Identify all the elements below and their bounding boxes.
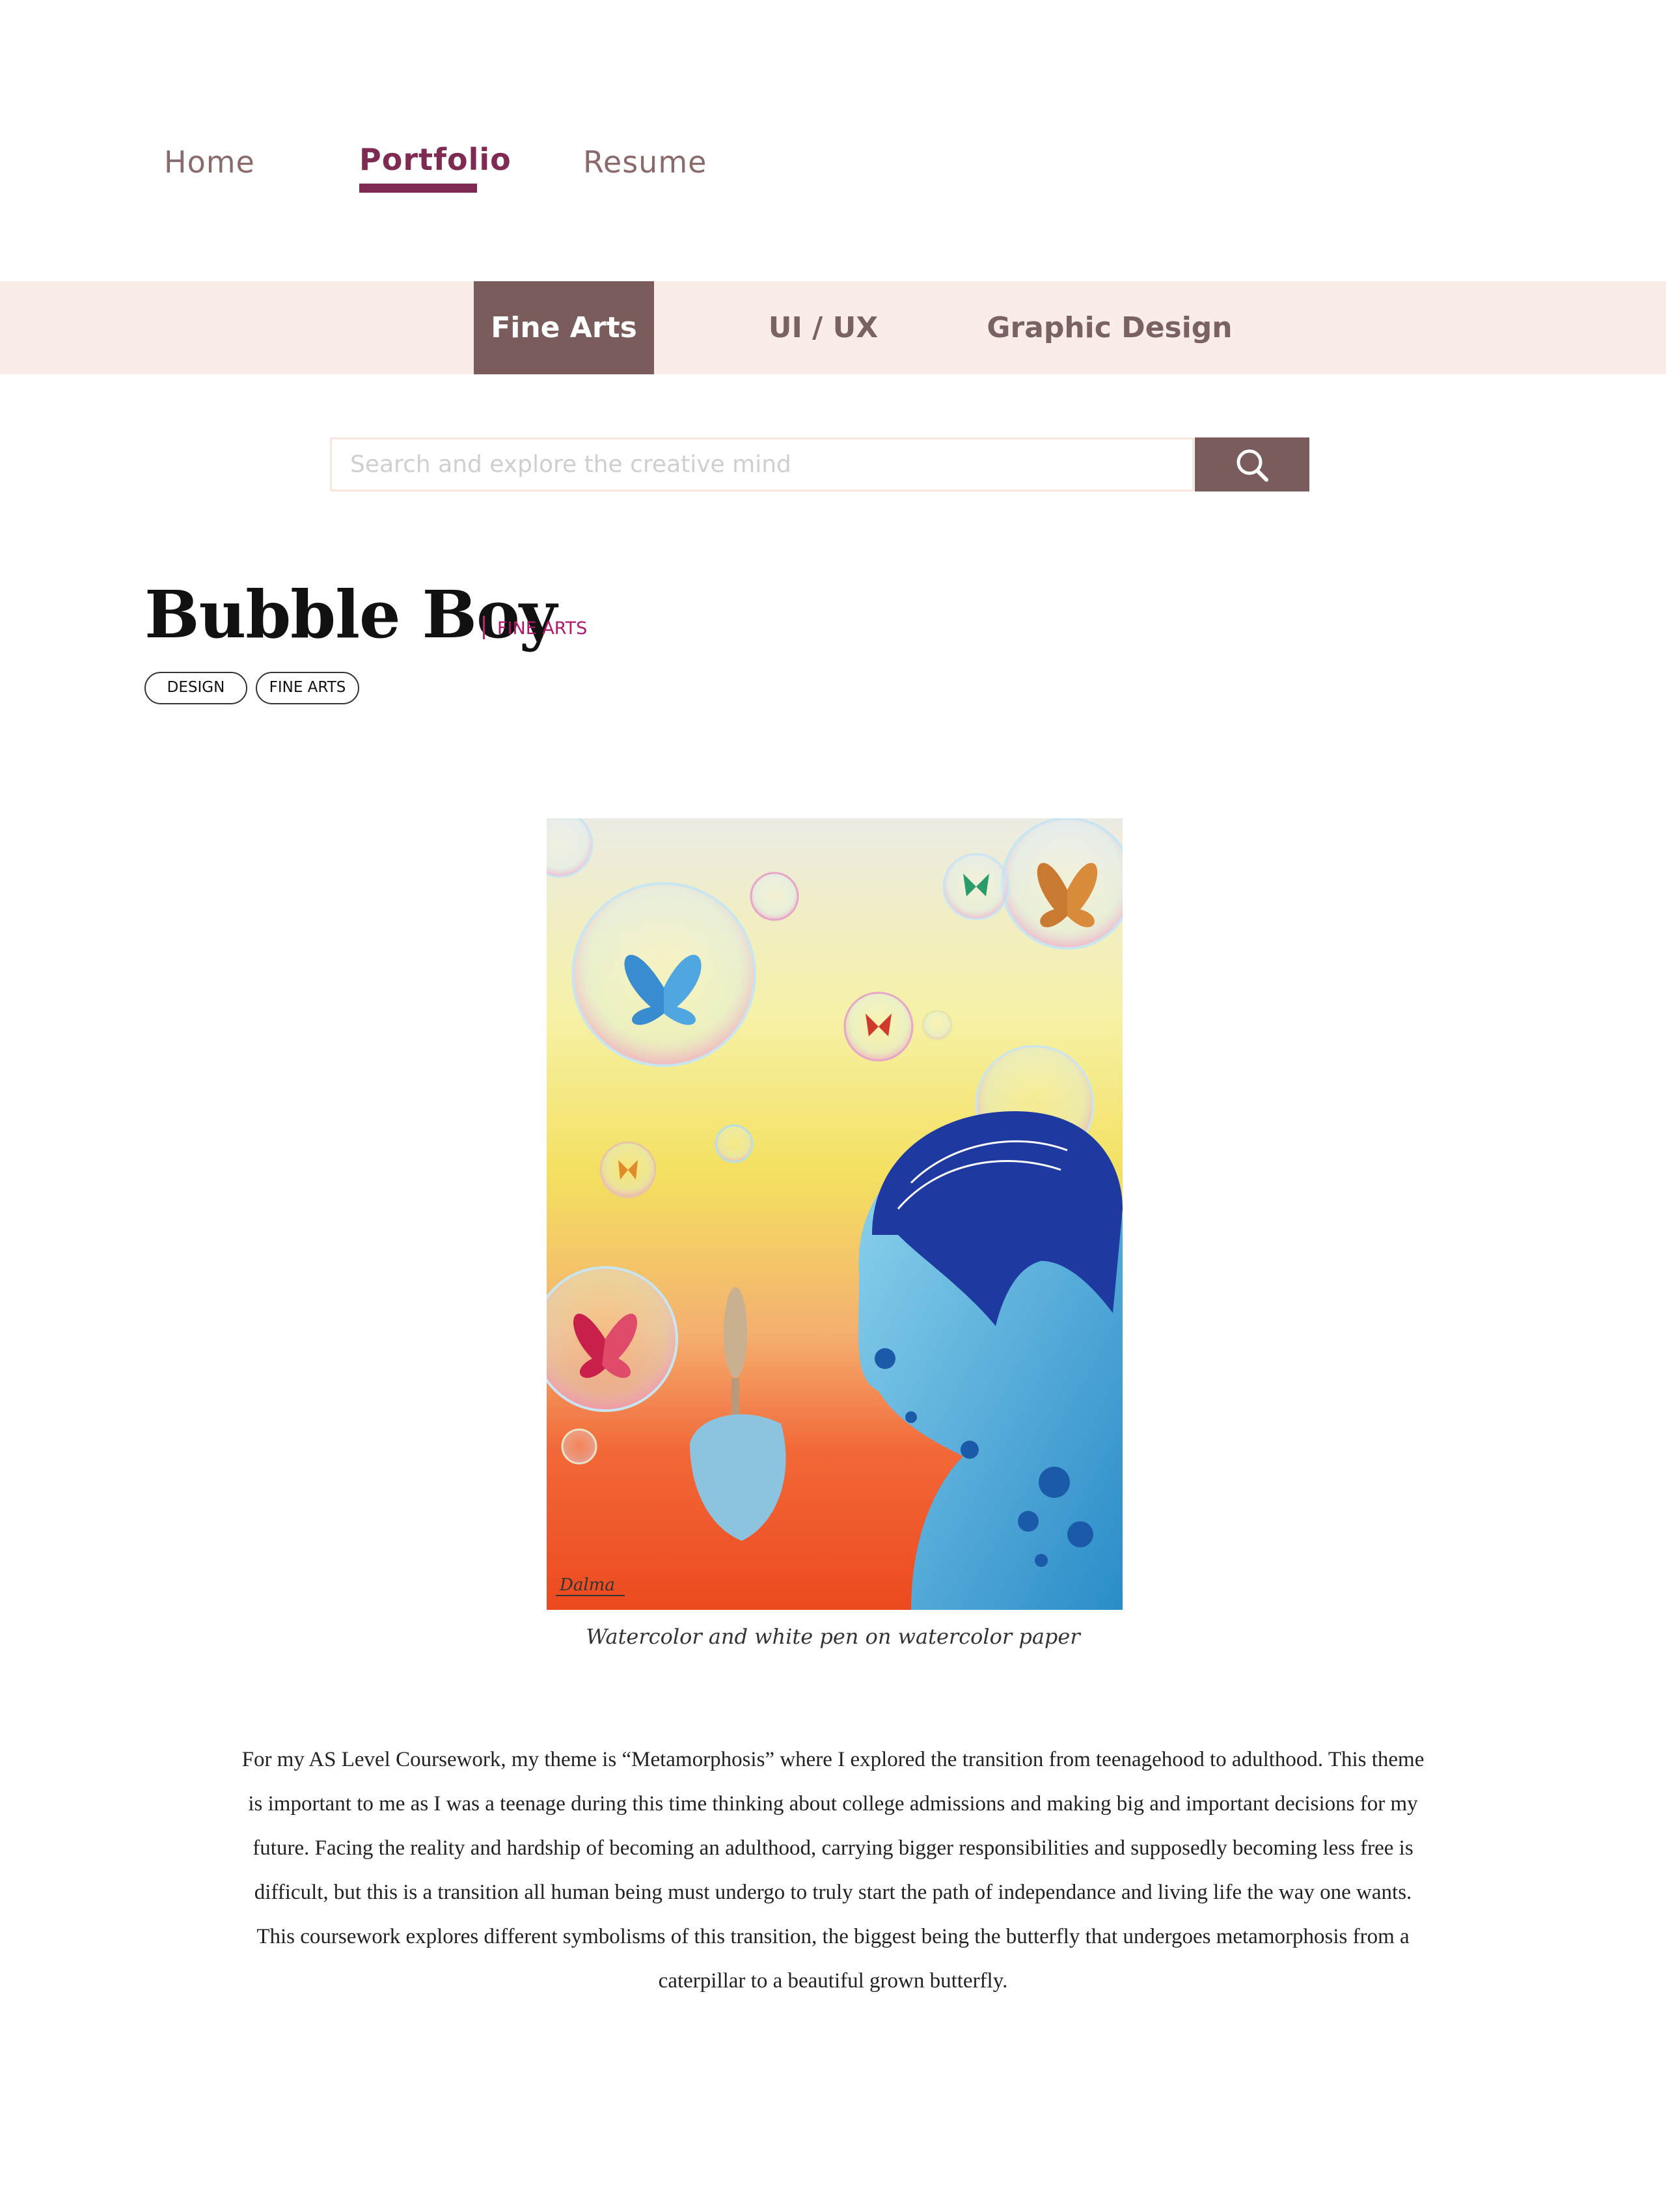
artwork-image: Dalma [547, 818, 1123, 1610]
search-bar [330, 437, 1309, 491]
nav-portfolio-link[interactable]: Portfolio [359, 142, 512, 177]
search-input[interactable] [330, 437, 1194, 491]
title-divider [483, 616, 485, 639]
tab-ui-ux[interactable]: UI / UX [742, 281, 905, 374]
main-nav: Home Portfolio Resume [0, 0, 1666, 280]
artwork-signature: Dalma [559, 1575, 615, 1595]
project-category-label: FINE ARTS [497, 618, 588, 639]
nav-resume-link[interactable]: Resume [583, 145, 707, 180]
artwork-painting: Dalma [547, 818, 1123, 1610]
tab-fine-arts[interactable]: Fine Arts [474, 281, 654, 374]
search-icon [1236, 449, 1268, 482]
project-title: Bubble Boy [144, 576, 557, 653]
tab-graphic-design[interactable]: Graphic Design [983, 281, 1236, 374]
search-button[interactable] [1195, 437, 1309, 491]
nav-home-link[interactable]: Home [164, 145, 255, 180]
tag-design[interactable]: DESIGN [144, 672, 247, 704]
artwork-caption: Watercolor and white pen on watercolor p… [586, 1624, 1080, 1649]
category-tab-bar: Fine Arts UI / UX Graphic Design [0, 281, 1666, 374]
project-description: For my AS Level Coursework, my theme is … [241, 1748, 1425, 1993]
tag-fine-arts[interactable]: FINE ARTS [256, 672, 359, 704]
nav-active-underline [359, 184, 477, 193]
